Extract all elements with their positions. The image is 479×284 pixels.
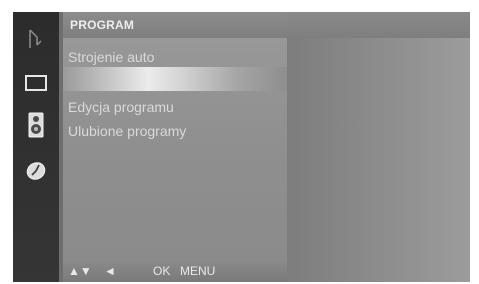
menu-title: PROGRAM [63, 12, 287, 38]
menu-icon-rail [13, 12, 59, 282]
background-top-band [287, 12, 470, 38]
tv-osd-screen: PROGRAM Strojenie auto Edycja programu U… [13, 12, 470, 282]
screen-icon[interactable] [21, 68, 51, 98]
background-area [287, 12, 470, 282]
ok-hint: OK [153, 264, 171, 278]
menu-hint: MENU [180, 264, 216, 278]
menu-footer-hints: ▲▼ ◄ OK MENU [63, 261, 287, 282]
menu-item-favorite-programs[interactable]: Ulubione programy [68, 122, 287, 140]
program-menu-panel: PROGRAM Strojenie auto Edycja programu U… [63, 12, 287, 282]
clock-icon[interactable] [21, 156, 51, 186]
menu-item-selected-highlight[interactable] [63, 67, 287, 91]
menu-item-program-edit[interactable]: Edycja programu [68, 98, 287, 116]
menu-item-auto-tuning[interactable]: Strojenie auto [68, 48, 287, 66]
antenna-icon[interactable] [21, 24, 51, 54]
up-down-arrows-icon: ▲▼ [68, 264, 92, 278]
speaker-icon[interactable] [21, 110, 51, 140]
left-arrow-icon: ◄ [104, 264, 116, 278]
